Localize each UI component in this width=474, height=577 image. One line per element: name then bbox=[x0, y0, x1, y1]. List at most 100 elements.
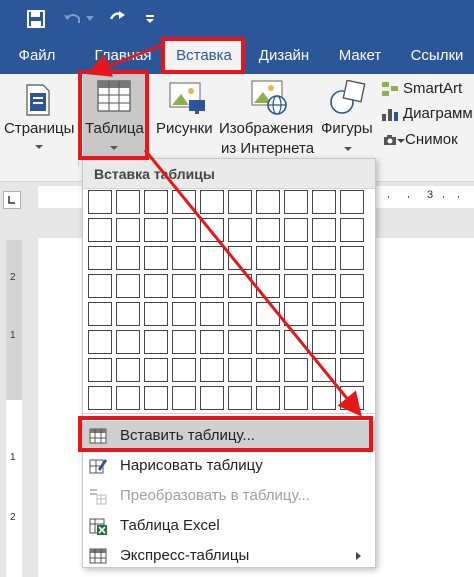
grid-cell[interactable] bbox=[116, 246, 140, 270]
grid-cell[interactable] bbox=[284, 246, 308, 270]
draw-table-menu-item[interactable]: Нарисовать таблицу bbox=[83, 451, 375, 481]
tab-insert[interactable]: Вставка bbox=[165, 40, 243, 74]
smartart-button[interactable]: SmartArt bbox=[379, 78, 474, 100]
grid-cell[interactable] bbox=[312, 218, 336, 242]
grid-cell[interactable] bbox=[256, 386, 280, 410]
grid-cell[interactable] bbox=[144, 302, 168, 326]
grid-cell[interactable] bbox=[116, 358, 140, 382]
tab-references[interactable]: Ссылки bbox=[400, 38, 474, 74]
grid-cell[interactable] bbox=[144, 190, 168, 214]
grid-cell[interactable] bbox=[312, 386, 336, 410]
grid-cell[interactable] bbox=[144, 246, 168, 270]
customize-toolbar-icon[interactable] bbox=[143, 8, 157, 30]
grid-cell[interactable] bbox=[284, 218, 308, 242]
grid-cell[interactable] bbox=[116, 218, 140, 242]
grid-cell[interactable] bbox=[144, 330, 168, 354]
table-button[interactable]: Таблица bbox=[83, 74, 145, 156]
grid-cell[interactable] bbox=[172, 274, 196, 298]
tab-design[interactable]: Дизайн bbox=[250, 38, 318, 74]
grid-cell[interactable] bbox=[88, 386, 112, 410]
grid-cell[interactable] bbox=[228, 358, 252, 382]
grid-cell[interactable] bbox=[88, 330, 112, 354]
grid-cell[interactable] bbox=[284, 330, 308, 354]
grid-cell[interactable] bbox=[312, 246, 336, 270]
vertical-ruler[interactable]: 2 1 1 2 bbox=[6, 240, 22, 577]
grid-cell[interactable] bbox=[200, 274, 224, 298]
grid-cell[interactable] bbox=[256, 302, 280, 326]
grid-cell[interactable] bbox=[256, 190, 280, 214]
pages-button[interactable]: Страницы bbox=[0, 74, 78, 174]
grid-cell[interactable] bbox=[144, 386, 168, 410]
grid-cell[interactable] bbox=[116, 386, 140, 410]
grid-cell[interactable] bbox=[88, 190, 112, 214]
redo-icon[interactable] bbox=[106, 8, 128, 30]
grid-cell[interactable] bbox=[256, 246, 280, 270]
grid-cell[interactable] bbox=[284, 302, 308, 326]
grid-cell[interactable] bbox=[228, 218, 252, 242]
grid-cell[interactable] bbox=[228, 386, 252, 410]
grid-cell[interactable] bbox=[200, 302, 224, 326]
grid-cell[interactable] bbox=[116, 274, 140, 298]
insert-table-menu-item[interactable]: Вставить таблицу... bbox=[83, 421, 375, 451]
grid-cell[interactable] bbox=[172, 302, 196, 326]
grid-cell[interactable] bbox=[116, 190, 140, 214]
grid-cell[interactable] bbox=[256, 274, 280, 298]
grid-cell[interactable] bbox=[172, 330, 196, 354]
grid-cell[interactable] bbox=[200, 246, 224, 270]
grid-cell[interactable] bbox=[228, 302, 252, 326]
grid-cell[interactable] bbox=[228, 274, 252, 298]
grid-cell[interactable] bbox=[312, 274, 336, 298]
undo-dropdown-icon[interactable] bbox=[84, 8, 96, 30]
grid-cell[interactable] bbox=[340, 330, 364, 354]
grid-cell[interactable] bbox=[228, 190, 252, 214]
grid-cell[interactable] bbox=[256, 358, 280, 382]
grid-cell[interactable] bbox=[172, 386, 196, 410]
grid-cell[interactable] bbox=[284, 190, 308, 214]
tab-selector-button[interactable] bbox=[3, 191, 21, 209]
grid-cell[interactable] bbox=[284, 274, 308, 298]
grid-cell[interactable] bbox=[144, 274, 168, 298]
grid-cell[interactable] bbox=[284, 358, 308, 382]
grid-cell[interactable] bbox=[88, 218, 112, 242]
grid-cell[interactable] bbox=[340, 386, 364, 410]
grid-cell[interactable] bbox=[312, 302, 336, 326]
tab-layout[interactable]: Макет bbox=[329, 38, 391, 74]
grid-cell[interactable] bbox=[340, 246, 364, 270]
grid-cell[interactable] bbox=[312, 190, 336, 214]
grid-cell[interactable] bbox=[116, 302, 140, 326]
grid-cell[interactable] bbox=[228, 330, 252, 354]
save-icon[interactable] bbox=[25, 8, 47, 30]
grid-cell[interactable] bbox=[172, 358, 196, 382]
chart-button[interactable]: Диаграмм bbox=[379, 103, 474, 125]
grid-cell[interactable] bbox=[172, 218, 196, 242]
grid-cell[interactable] bbox=[88, 246, 112, 270]
quick-tables-menu-item[interactable]: Экспресс-таблицы bbox=[83, 541, 375, 571]
grid-cell[interactable] bbox=[256, 330, 280, 354]
tab-home[interactable]: Главная bbox=[82, 38, 164, 74]
grid-cell[interactable] bbox=[200, 218, 224, 242]
grid-cell[interactable] bbox=[200, 358, 224, 382]
grid-cell[interactable] bbox=[284, 386, 308, 410]
undo-icon[interactable] bbox=[62, 8, 84, 30]
excel-table-menu-item[interactable]: Таблица Excel bbox=[83, 511, 375, 541]
grid-cell[interactable] bbox=[340, 358, 364, 382]
tab-file[interactable]: Файл bbox=[6, 38, 68, 74]
grid-cell[interactable] bbox=[144, 218, 168, 242]
grid-cell[interactable] bbox=[312, 330, 336, 354]
grid-cell[interactable] bbox=[340, 302, 364, 326]
grid-cell[interactable] bbox=[200, 190, 224, 214]
screenshot-button[interactable]: Снимок bbox=[379, 129, 474, 151]
grid-cell[interactable] bbox=[312, 358, 336, 382]
grid-cell[interactable] bbox=[172, 246, 196, 270]
grid-cell[interactable] bbox=[88, 302, 112, 326]
grid-cell[interactable] bbox=[200, 386, 224, 410]
grid-cell[interactable] bbox=[256, 218, 280, 242]
grid-cell[interactable] bbox=[340, 218, 364, 242]
grid-cell[interactable] bbox=[200, 330, 224, 354]
grid-cell[interactable] bbox=[144, 358, 168, 382]
grid-cell[interactable] bbox=[340, 190, 364, 214]
grid-cell[interactable] bbox=[88, 274, 112, 298]
grid-cell[interactable] bbox=[340, 274, 364, 298]
grid-cell[interactable] bbox=[88, 358, 112, 382]
grid-cell[interactable] bbox=[172, 190, 196, 214]
